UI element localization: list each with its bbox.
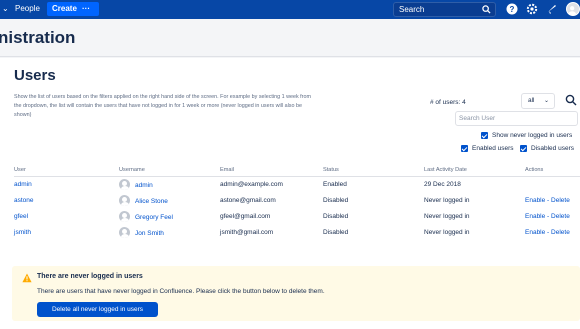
user-avatar-icon bbox=[119, 179, 130, 190]
delete-never-logged-in-button[interactable]: Delete all never logged in users bbox=[37, 302, 158, 317]
last-activity-cell: Never logged in bbox=[424, 213, 470, 220]
show-never-checkbox[interactable] bbox=[481, 132, 488, 139]
status-cell: Disabled bbox=[323, 213, 349, 220]
nav-chevron-down-icon[interactable]: ⌄ bbox=[2, 4, 9, 13]
user-link[interactable]: admin bbox=[14, 181, 32, 188]
username-link[interactable]: Gregory Feel bbox=[135, 214, 173, 221]
email-cell: jsmith@gmail.com bbox=[220, 229, 274, 236]
column-header-user: User bbox=[14, 167, 26, 173]
users-count: # of users: 4 bbox=[430, 99, 466, 106]
show-never-label: Show never logged in users bbox=[492, 132, 573, 139]
enabled-users-label: Enabled users bbox=[472, 145, 514, 152]
disabled-users-checkbox[interactable] bbox=[520, 145, 527, 152]
search-icon bbox=[482, 5, 491, 14]
warning-title: There are never logged in users bbox=[37, 273, 143, 280]
last-activity-cell: Never logged in bbox=[424, 229, 470, 236]
user-avatar-icon bbox=[119, 227, 130, 238]
user-link[interactable]: gfeel bbox=[14, 213, 28, 220]
global-search-input[interactable]: Search bbox=[393, 2, 496, 17]
more-options-icon[interactable]: ··· bbox=[82, 2, 90, 16]
user-avatar-icon bbox=[119, 211, 130, 222]
search-users-icon[interactable] bbox=[565, 94, 577, 106]
notifications-icon[interactable] bbox=[546, 3, 558, 15]
email-cell: astone@gmail.com bbox=[220, 197, 276, 204]
chevron-down-icon: ⌄ bbox=[543, 98, 549, 104]
username-link[interactable]: Alice Stone bbox=[135, 198, 168, 205]
column-header-email: Email bbox=[220, 167, 234, 173]
enabled-users-checkbox[interactable] bbox=[461, 145, 468, 152]
enable-delete-actions[interactable]: Enable - Delete bbox=[525, 229, 570, 236]
period-select-value: all bbox=[528, 97, 535, 104]
last-activity-cell: 29 Dec 2018 bbox=[424, 181, 461, 188]
period-select[interactable]: all ⌄ bbox=[521, 93, 555, 109]
page-title: nistration bbox=[0, 28, 76, 47]
create-button-label: Create bbox=[52, 4, 77, 13]
email-cell: admin@example.com bbox=[220, 181, 283, 188]
user-avatar-icon bbox=[119, 195, 130, 206]
column-header-last-activity: Last Activity Date bbox=[424, 167, 467, 173]
warning-text: There are users that have never logged i… bbox=[37, 288, 325, 295]
table-header-divider bbox=[14, 176, 580, 177]
nav-people-link[interactable]: People bbox=[15, 4, 40, 13]
user-avatar-icon bbox=[568, 6, 576, 15]
username-link[interactable]: Jon Smith bbox=[135, 230, 164, 237]
user-link[interactable]: jsmith bbox=[14, 229, 31, 236]
page-header: nistration bbox=[0, 19, 580, 57]
user-link[interactable]: astone bbox=[14, 197, 34, 204]
global-search-placeholder: Search bbox=[399, 5, 425, 14]
users-description: Show the list of users based on the filt… bbox=[14, 94, 311, 118]
svg-text:?: ? bbox=[510, 5, 515, 14]
username-link[interactable]: admin bbox=[135, 182, 153, 189]
status-cell: Enabled bbox=[323, 181, 347, 188]
disabled-users-label: Disabled users bbox=[531, 145, 574, 152]
column-header-status: Status bbox=[323, 167, 339, 173]
never-logged-in-warning: There are never logged in users There ar… bbox=[12, 266, 580, 321]
create-button[interactable]: Create ··· bbox=[47, 2, 99, 16]
top-navigation-bar: ⌄ People Create ··· Search ? bbox=[0, 0, 580, 19]
enable-delete-actions[interactable]: Enable - Delete bbox=[525, 213, 570, 220]
status-cell: Disabled bbox=[323, 229, 349, 236]
help-icon[interactable]: ? bbox=[506, 3, 518, 15]
column-header-username: Username bbox=[119, 167, 145, 173]
users-title: Users bbox=[14, 67, 56, 84]
status-cell: Disabled bbox=[323, 197, 349, 204]
settings-icon[interactable] bbox=[526, 3, 538, 15]
search-user-input[interactable]: Search User bbox=[455, 111, 578, 126]
column-header-actions: Actions bbox=[525, 167, 544, 173]
avatar[interactable] bbox=[566, 2, 580, 16]
last-activity-cell: Never logged in bbox=[424, 197, 470, 204]
enable-delete-actions[interactable]: Enable - Delete bbox=[525, 197, 570, 204]
email-cell: gfeel@gmail.com bbox=[220, 213, 271, 220]
warning-icon bbox=[22, 273, 32, 283]
